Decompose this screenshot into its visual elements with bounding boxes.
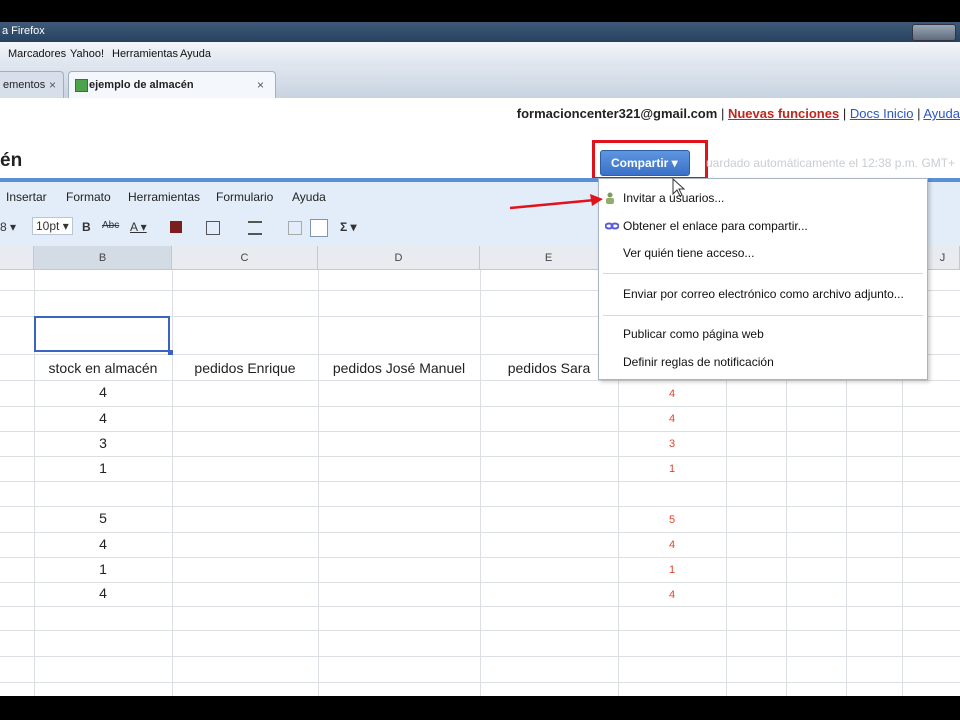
menu-marcadores[interactable]: Marcadores [8,48,66,60]
window-title: a Firefox [2,25,45,37]
tab-active[interactable]: ejemplo de almacén × [68,71,276,98]
mouse-cursor-icon [672,178,686,197]
docs-page: formacioncenter321@gmail.com | Nuevas fu… [0,98,960,696]
letterbox-bottom [0,696,960,720]
menu-ayuda[interactable]: Ayuda [180,48,211,60]
tab-previous[interactable]: ementos × [0,71,64,98]
annotation-arrow [509,194,603,210]
browser-menubar: Marcadores Yahoo! Herramientas Ayuda [0,42,960,67]
tab-previous-label: ementos [3,79,46,91]
close-icon[interactable]: × [49,78,56,92]
browser-tab-strip: ementos × ejemplo de almacén × [0,66,960,99]
menu-herramientas[interactable]: Herramientas [112,48,178,60]
window-title-bar: a Firefox [0,22,960,42]
close-icon[interactable]: × [257,78,264,92]
tab-active-label: ejemplo de almacén [89,79,194,91]
spreadsheet-icon [75,79,88,92]
menu-yahoo[interactable]: Yahoo! [70,48,104,60]
window-controls[interactable] [912,24,956,41]
